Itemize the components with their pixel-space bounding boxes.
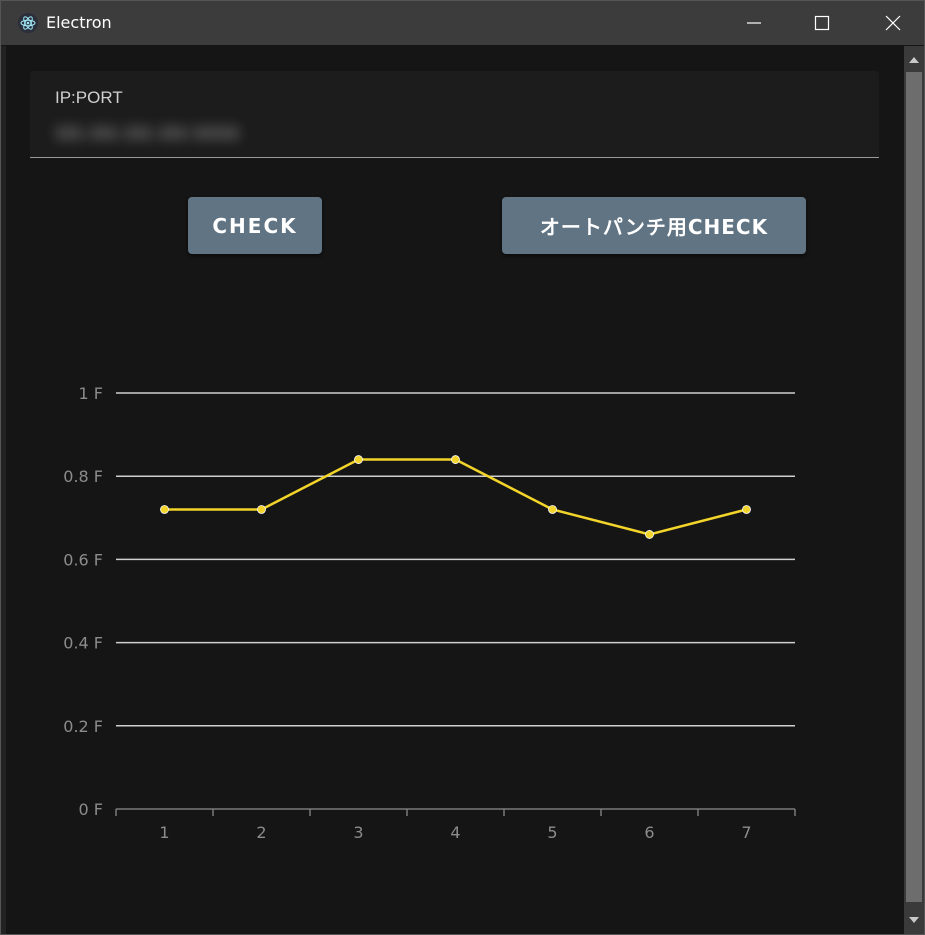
x-tick-label: 3	[353, 823, 363, 842]
x-tick-label: 6	[644, 823, 654, 842]
y-tick-label: 0 F	[79, 800, 103, 819]
main-content: IP:PORT 111.111.111.111:11111 CHECK オートパ…	[6, 46, 904, 934]
title-bar[interactable]: Electron	[1, 1, 924, 45]
minimize-icon	[747, 22, 761, 24]
series-line	[164, 458, 747, 536]
data-point	[160, 505, 169, 514]
y-tick-label: 0.4 F	[63, 634, 103, 653]
scrollbar-thumb[interactable]	[906, 72, 922, 902]
app-window: Electron IP:PORT 111.111.111.111:11111 C…	[0, 0, 925, 935]
scroll-up-arrow-icon[interactable]	[904, 50, 924, 70]
y-tick-label: 0.8 F	[63, 467, 103, 486]
x-tick-label: 1	[159, 823, 169, 842]
data-point	[742, 505, 751, 514]
scroll-down-arrow-icon[interactable]	[904, 910, 924, 930]
data-point	[645, 530, 654, 539]
x-tick-label: 4	[450, 823, 460, 842]
window-title: Electron	[46, 13, 112, 32]
close-icon	[885, 15, 901, 31]
x-tick-label: 2	[256, 823, 266, 842]
data-point	[354, 455, 363, 464]
data-point	[548, 505, 557, 514]
x-tick-label: 7	[741, 823, 751, 842]
y-tick-label: 0.2 F	[63, 717, 103, 736]
data-point	[257, 505, 266, 514]
minimize-button[interactable]	[731, 1, 777, 45]
vertical-scrollbar[interactable]	[904, 46, 924, 934]
maximize-icon	[814, 15, 830, 31]
electron-atom-icon	[18, 13, 38, 33]
close-button[interactable]	[870, 1, 916, 45]
y-tick-label: 0.6 F	[63, 550, 103, 569]
y-tick-label: 1 F	[79, 384, 103, 403]
data-point	[451, 455, 460, 464]
maximize-button[interactable]	[799, 1, 845, 45]
line-chart: 0 F 0.2 F 0.4 F 0.6 F 0.8 F 1 F 1 2 3 4 5 6 7	[63, 384, 796, 842]
x-tick-label: 5	[547, 823, 557, 842]
